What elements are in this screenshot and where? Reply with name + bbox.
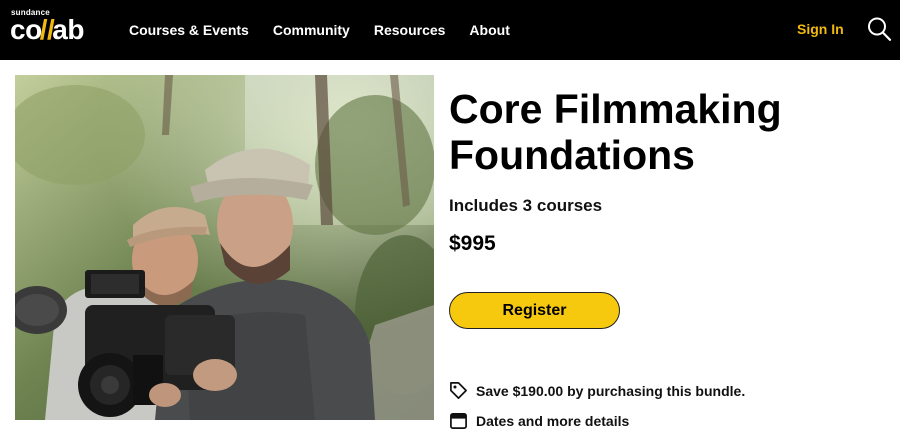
nav-about[interactable]: About bbox=[469, 22, 509, 38]
main-nav: Courses & Events Community Resources Abo… bbox=[129, 0, 534, 60]
search-button[interactable] bbox=[866, 16, 892, 42]
dates-perk[interactable]: Dates and more details bbox=[449, 411, 629, 430]
search-icon bbox=[868, 17, 892, 41]
course-hero-image bbox=[15, 75, 434, 420]
includes-courses-text: Includes 3 courses bbox=[449, 196, 603, 215]
register-button[interactable]: Register bbox=[449, 292, 620, 329]
site-header: sundance co//ab Courses & Events Communi… bbox=[0, 0, 900, 60]
logo-part-ab: ab bbox=[52, 14, 84, 45]
nav-courses-events[interactable]: Courses & Events bbox=[129, 22, 249, 38]
sundance-collab-logo[interactable]: sundance co//ab bbox=[10, 6, 110, 50]
calendar-icon bbox=[450, 412, 467, 429]
savings-perk: Save $190.00 by purchasing this bundle. bbox=[449, 381, 745, 400]
logo-part-co: co bbox=[10, 14, 42, 45]
course-title: Core Filmmaking Foundations bbox=[449, 86, 782, 178]
dates-text: Dates and more details bbox=[476, 412, 630, 429]
savings-text: Save $190.00 by purchasing this bundle. bbox=[476, 382, 746, 399]
tag-icon bbox=[450, 382, 467, 399]
nav-community[interactable]: Community bbox=[273, 22, 350, 38]
logo-wordmark: co//ab bbox=[10, 15, 84, 45]
course-price: $995 bbox=[449, 232, 496, 255]
nav-resources[interactable]: Resources bbox=[374, 22, 446, 38]
sign-in-link[interactable]: Sign In bbox=[797, 21, 844, 37]
filmmakers-photo bbox=[15, 75, 434, 420]
